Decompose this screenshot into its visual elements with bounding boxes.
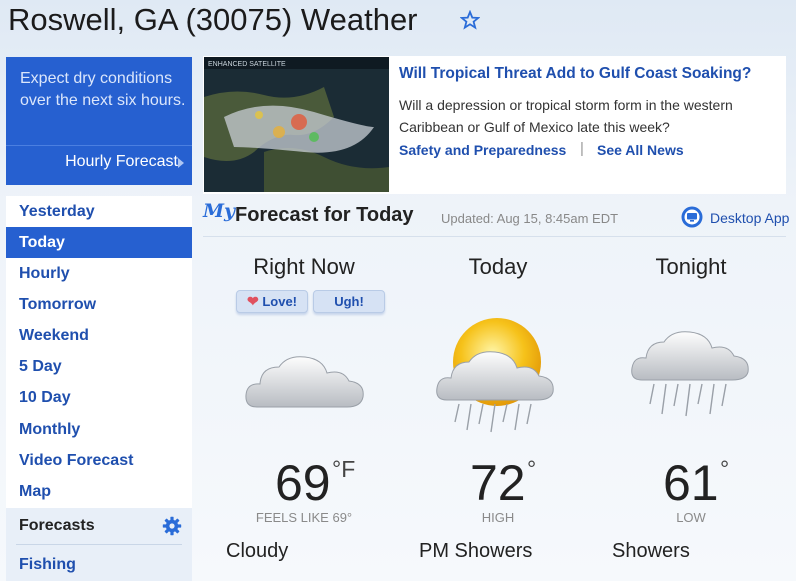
forecast-panel: My Forecast for Today Updated: Aug 15, 8… bbox=[203, 196, 796, 581]
nav-item-map[interactable]: Map bbox=[6, 476, 192, 507]
ugh-button[interactable]: Ugh! bbox=[313, 290, 385, 313]
nav-item-hourly[interactable]: Hourly bbox=[6, 258, 192, 289]
gear-icon[interactable] bbox=[162, 516, 182, 536]
nav-item-fishing[interactable]: Fishing bbox=[19, 556, 76, 574]
love-label: Love! bbox=[262, 294, 298, 309]
heart-icon: ❤ bbox=[246, 293, 259, 309]
low-temperature: 61 bbox=[663, 455, 719, 511]
current-condition: Cloudy bbox=[226, 540, 289, 562]
news-card: ENHANCED SATELLITE Will Tropical Threat … bbox=[203, 56, 786, 194]
page-title: Roswell, GA (30075) Weather bbox=[8, 2, 418, 37]
forecasts-heading: Forecasts bbox=[19, 517, 95, 534]
love-button[interactable]: ❤ Love! bbox=[236, 290, 308, 313]
sidebar-nav: Yesterday Today Hourly Tomorrow Weekend … bbox=[6, 196, 192, 508]
forecasts-divider bbox=[16, 544, 182, 545]
nav-item-video-forecast[interactable]: Video Forecast bbox=[6, 445, 192, 476]
my-logo: My bbox=[203, 200, 236, 222]
updated-timestamp: Updated: Aug 15, 8:45am EDT bbox=[441, 211, 619, 226]
high-temperature: 72 bbox=[470, 455, 526, 511]
tonight-condition: Showers bbox=[612, 540, 690, 562]
desktop-app-icon[interactable] bbox=[681, 206, 703, 228]
col-head-tonight: Tonight bbox=[655, 254, 727, 279]
high-label: HIGH bbox=[481, 510, 515, 525]
col-head-today: Today bbox=[468, 254, 528, 279]
high-temp-unit: ° bbox=[527, 456, 537, 482]
chevron-right-icon[interactable] bbox=[178, 158, 184, 168]
current-temperature: 69 bbox=[275, 455, 331, 511]
satellite-caption: ENHANCED SATELLITE bbox=[208, 61, 286, 68]
current-temp-unit: °F bbox=[332, 456, 356, 482]
nav-item-tomorrow[interactable]: Tomorrow bbox=[6, 289, 192, 320]
forecasts-section: Forecasts Fishing bbox=[6, 508, 192, 581]
nav-item-yesterday[interactable]: Yesterday bbox=[6, 196, 192, 227]
promo-text: Expect dry conditions over the next six … bbox=[20, 70, 186, 109]
hourly-promo-box: Expect dry conditions over the next six … bbox=[6, 57, 192, 185]
star-outline-icon[interactable] bbox=[460, 10, 480, 30]
see-all-news-link[interactable]: See All News bbox=[597, 142, 684, 158]
hourly-forecast-link[interactable]: Hourly Forecast bbox=[6, 153, 178, 171]
news-summary: Will a depression or tropical storm form… bbox=[399, 97, 733, 135]
today-condition: PM Showers bbox=[419, 540, 533, 562]
nav-item-weekend[interactable]: Weekend bbox=[6, 320, 192, 351]
news-headline[interactable]: Will Tropical Threat Add to Gulf Coast S… bbox=[399, 65, 751, 83]
ugh-label: Ugh! bbox=[334, 294, 364, 309]
link-separator: | bbox=[580, 140, 584, 157]
low-temp-unit: ° bbox=[720, 456, 730, 482]
nav-item-5-day[interactable]: 5 Day bbox=[6, 351, 192, 382]
panel-divider bbox=[203, 236, 786, 237]
cloudy-icon bbox=[245, 356, 364, 408]
feels-like-label: FEELS LIKE 69° bbox=[255, 510, 353, 525]
desktop-app-link[interactable]: Desktop App bbox=[710, 210, 789, 226]
nav-item-monthly[interactable]: Monthly bbox=[6, 414, 192, 445]
col-head-right-now: Right Now bbox=[253, 254, 355, 279]
nav-item-10-day[interactable]: 10 Day bbox=[6, 382, 192, 413]
safety-preparedness-link[interactable]: Safety and Preparedness bbox=[399, 142, 566, 158]
forecast-title: Forecast for Today bbox=[235, 204, 414, 226]
low-label: LOW bbox=[676, 510, 706, 525]
sun-showers-icon bbox=[436, 318, 554, 433]
promo-divider bbox=[6, 145, 192, 146]
nav-item-today[interactable]: Today bbox=[6, 227, 192, 258]
satellite-map-image[interactable]: ENHANCED SATELLITE bbox=[204, 57, 389, 192]
showers-icon bbox=[631, 331, 749, 417]
